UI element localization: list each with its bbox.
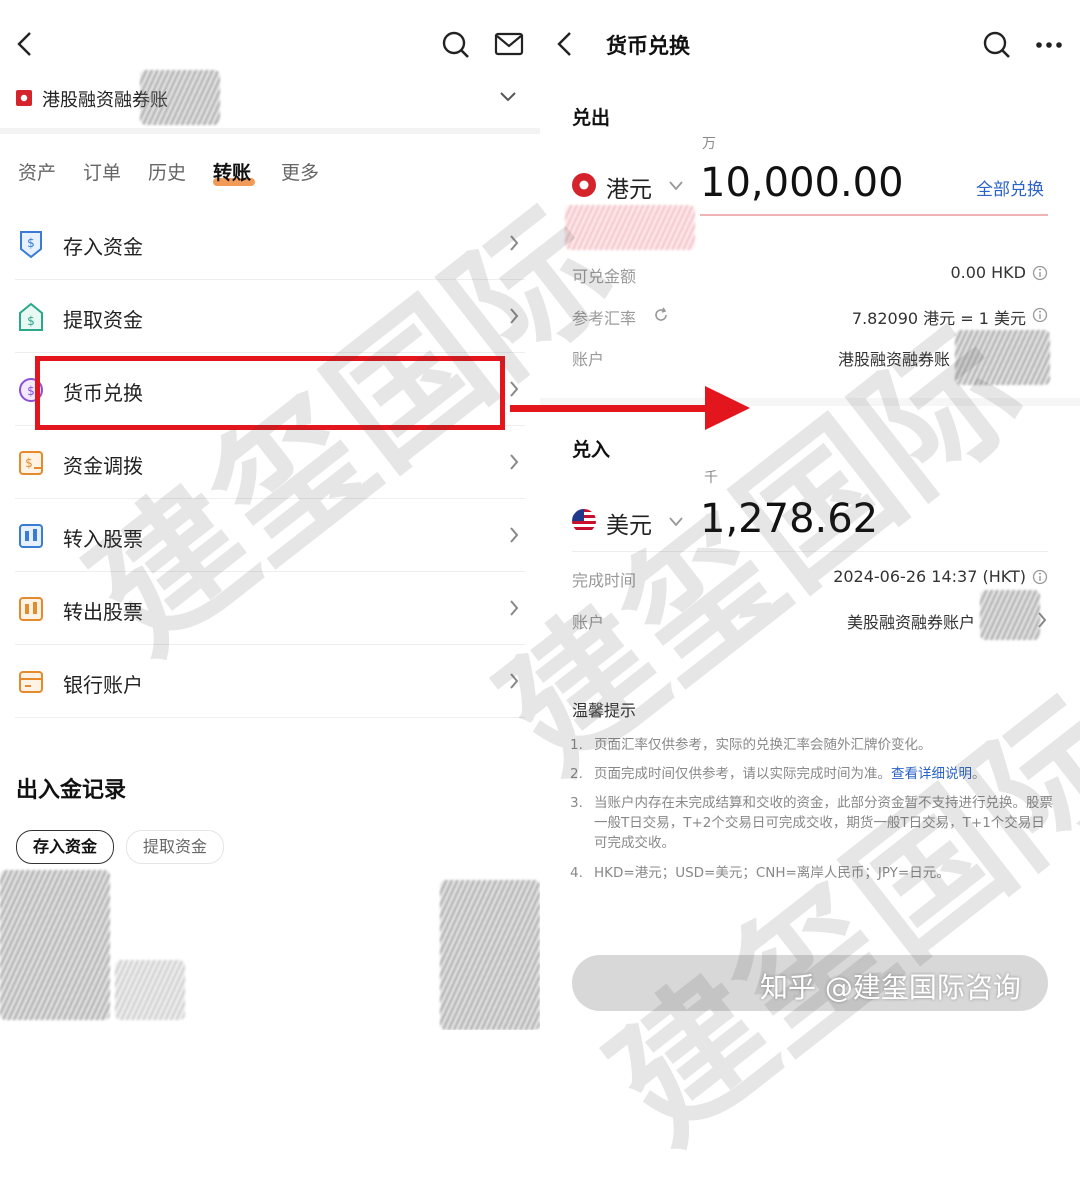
amount-underline bbox=[700, 214, 1048, 216]
svg-text:$: $ bbox=[27, 384, 35, 398]
chevron-right-icon bbox=[510, 454, 519, 470]
divider bbox=[15, 717, 525, 718]
deposit-icon: $ bbox=[20, 231, 42, 259]
info-icon[interactable] bbox=[1032, 569, 1048, 585]
withdraw-icon: $ bbox=[19, 302, 43, 331]
available-value: 0.00 HKD bbox=[950, 263, 1026, 282]
hk-flag-icon bbox=[16, 90, 32, 106]
sell-currency-selector[interactable]: 港元 bbox=[606, 170, 652, 204]
menu-item-label: 银行账户 bbox=[63, 673, 143, 697]
buy-account-value[interactable]: 美股融资融券账户 bbox=[847, 609, 975, 633]
tab-more[interactable]: 更多 bbox=[281, 158, 319, 185]
footer-watermark: 知乎 @建玺国际咨询 bbox=[760, 971, 1021, 1004]
info-icon[interactable] bbox=[1032, 307, 1048, 323]
chevron-down-icon[interactable] bbox=[498, 90, 518, 104]
records-title: 出入金记录 bbox=[16, 778, 127, 803]
svg-text:$: $ bbox=[25, 456, 33, 470]
menu-item-label: 存入资金 bbox=[63, 235, 143, 259]
redaction-scribble bbox=[140, 70, 220, 125]
tab-orders[interactable]: 订单 bbox=[83, 158, 121, 185]
search-icon[interactable] bbox=[441, 30, 471, 60]
more-options-icon[interactable] bbox=[1034, 38, 1064, 52]
stock-transfer-out-icon bbox=[19, 597, 43, 621]
exchange-all-button[interactable]: 全部兑换 bbox=[976, 175, 1044, 200]
filter-deposit[interactable]: 存入资金 bbox=[16, 830, 114, 864]
svg-text:$: $ bbox=[27, 236, 35, 250]
info-icon[interactable] bbox=[1032, 265, 1048, 281]
refresh-icon[interactable] bbox=[652, 306, 670, 324]
sell-section-title: 兑出 bbox=[572, 107, 611, 129]
section-divider bbox=[0, 128, 540, 134]
page-title: 货币兑换 bbox=[606, 34, 690, 58]
amount-unit-hint: 万 bbox=[702, 136, 716, 152]
chevron-down-icon[interactable] bbox=[668, 180, 684, 192]
svg-text:$: $ bbox=[27, 314, 35, 328]
tab-assets[interactable]: 资产 bbox=[18, 158, 56, 185]
redaction-scribble bbox=[0, 870, 110, 1020]
sell-amount-input[interactable]: 10,000.00 bbox=[700, 160, 904, 206]
bank-account-icon bbox=[19, 671, 43, 693]
redaction-scribble bbox=[440, 880, 540, 1030]
tip-text: 页面完成时间仅供参考，请以实际完成时间为准。 bbox=[594, 766, 891, 782]
tab-transfer[interactable]: 转账 bbox=[213, 158, 251, 185]
menu-item-label: 提取资金 bbox=[63, 308, 143, 332]
mail-icon[interactable] bbox=[494, 32, 524, 56]
stock-transfer-in-icon bbox=[19, 524, 43, 548]
tip-number: 4. bbox=[570, 865, 583, 881]
filter-withdraw[interactable]: 提取资金 bbox=[126, 830, 224, 864]
search-icon[interactable] bbox=[982, 30, 1012, 60]
chevron-right-icon bbox=[510, 527, 519, 543]
fund-transfer-icon: $ bbox=[19, 451, 43, 475]
back-arrow-icon[interactable] bbox=[554, 30, 576, 58]
menu-item-bank-account[interactable]: 银行账户 bbox=[0, 645, 540, 718]
buy-section-title: 兑入 bbox=[572, 439, 611, 461]
redaction-scribble bbox=[115, 960, 185, 1020]
redaction-scribble bbox=[980, 590, 1040, 640]
hk-flag-icon bbox=[572, 173, 596, 197]
back-arrow-icon[interactable] bbox=[14, 30, 36, 58]
tab-history[interactable]: 历史 bbox=[148, 158, 186, 185]
